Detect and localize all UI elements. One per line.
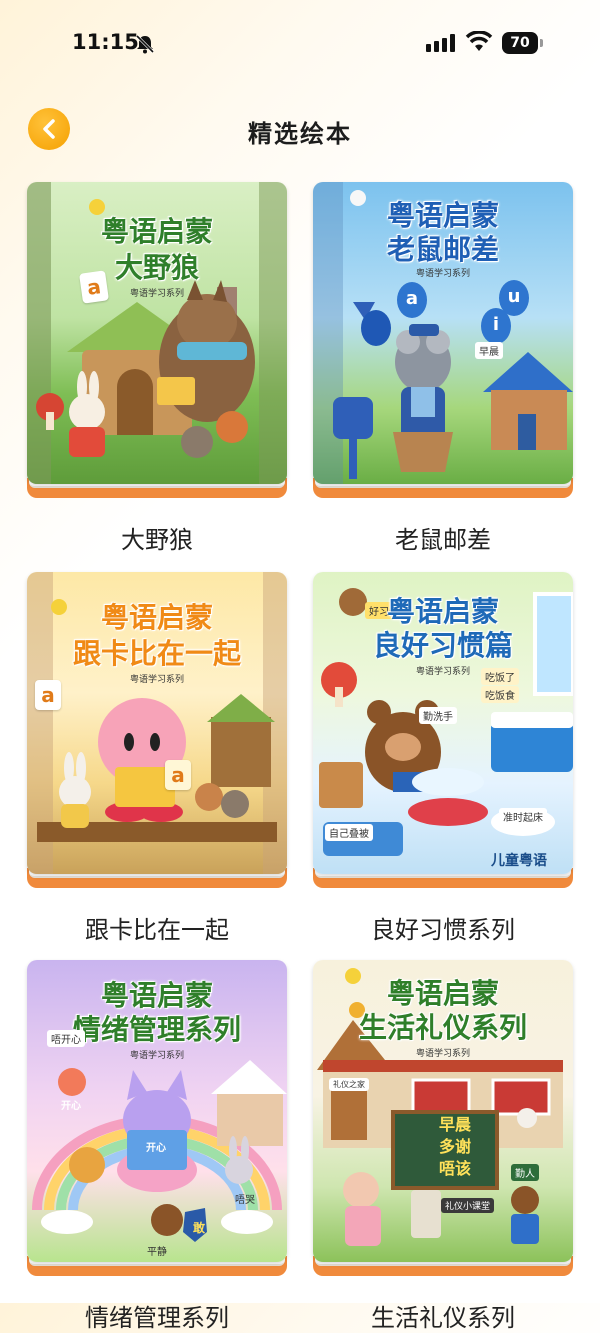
emotion-label: 平静 — [147, 1247, 167, 1258]
book-cover: 粤语启蒙 情绪管理系列 粤语学习系列 开心 唔开心 唔哭 平静 开心 敢 — [27, 960, 287, 1262]
book-cover: 好习惯 粤语启蒙 良好习惯篇 粤语学习系列 勤洗手 自己叠被 准时起床 吃饭了 … — [313, 572, 573, 874]
habit-label: 吃饭了 — [481, 668, 519, 685]
letter-card: a — [79, 270, 109, 304]
balloon-icon — [361, 310, 391, 346]
balloon-letter: a — [397, 282, 427, 318]
board-line: 唔该 — [439, 1159, 472, 1178]
cover-title-line2: 生活礼仪系列 — [358, 1011, 527, 1044]
book-cover: 粤语启蒙 大野狼 粤语学习系列 a — [27, 182, 287, 484]
book-card-kirby[interactable]: 粤语启蒙 跟卡比在一起 粤语学习系列 a a 跟卡比在一起 — [27, 572, 287, 944]
series-tag: 粤语学习系列 — [129, 1051, 184, 1061]
page-title: 精选绘本 — [248, 120, 352, 148]
book-caption: 跟卡比在一起 — [85, 916, 229, 944]
book-cover: 粤语启蒙 跟卡比在一起 粤语学习系列 a a — [27, 572, 287, 874]
cover-title-line1: 粤语启蒙 — [386, 595, 499, 628]
brand-label: 儿童粤语 — [491, 853, 547, 869]
book-caption: 生活礼仪系列 — [371, 1304, 515, 1332]
cover-title-line1: 粤语启蒙 — [386, 977, 499, 1010]
book-letter: a — [165, 760, 191, 790]
battery-level: 70 — [502, 32, 538, 54]
emotion-label: 开心 — [61, 1101, 81, 1112]
book-cover: 粤语启蒙 老鼠邮差 粤语学习系列 a u i 早晨 — [313, 182, 573, 484]
cover-title-line1: 粤语启蒙 — [100, 215, 213, 248]
mail-label: 早晨 — [475, 342, 503, 359]
series-tag: 粤语学习系列 — [415, 1049, 470, 1059]
wifi-icon — [465, 31, 493, 51]
class-label: 礼仪小课堂 — [441, 1198, 495, 1213]
series-tag: 粤语学习系列 — [129, 289, 184, 299]
cover-title-line2: 良好习惯篇 — [372, 629, 513, 662]
cover-title-line2: 跟卡比在一起 — [72, 637, 241, 670]
silent-bell-icon — [135, 34, 155, 54]
series-tag: 粤语学习系列 — [129, 675, 184, 685]
book-cover: 粤语启蒙 生活礼仪系列 粤语学习系列 礼仪之家 早晨 多谢 唔该 礼仪小课堂 勤… — [313, 960, 573, 1262]
habit-label: 吃饭食 — [481, 686, 519, 703]
book-card-mouse-postman[interactable]: 粤语启蒙 老鼠邮差 粤语学习系列 a u i 早晨 老鼠邮差 — [313, 182, 573, 554]
status-time: 11:15 — [72, 30, 139, 54]
cover-title-line1: 粤语启蒙 — [100, 979, 213, 1012]
cellular-signal-icon — [426, 34, 455, 52]
habit-label: 勤洗手 — [419, 707, 457, 724]
cover-title-line1: 粤语启蒙 — [100, 601, 213, 634]
board-line: 早晨 — [439, 1115, 472, 1134]
shield-label: 敢 — [193, 1221, 206, 1235]
letter-card: a — [35, 680, 61, 710]
emotion-label: 唔开心 — [47, 1030, 85, 1047]
board-line: 多谢 — [439, 1137, 472, 1156]
etiquette-board: 早晨 多谢 唔该 — [391, 1110, 499, 1190]
house-label: 礼仪之家 — [329, 1078, 369, 1091]
cover-title-line2: 大野狼 — [114, 251, 199, 284]
book-card-emotion[interactable]: 粤语启蒙 情绪管理系列 粤语学习系列 开心 唔开心 唔哭 平静 开心 敢 情绪管… — [27, 960, 287, 1332]
emotion-label: 唔哭 — [235, 1195, 255, 1206]
book-card-big-bad-wolf[interactable]: 粤语启蒙 大野狼 粤语学习系列 a 大野狼 — [27, 182, 287, 554]
habit-label: 自己叠被 — [325, 824, 373, 841]
book-card-good-habits[interactable]: 好习惯 粤语启蒙 良好习惯篇 粤语学习系列 勤洗手 自己叠被 准时起床 吃饭了 … — [313, 572, 573, 944]
book-caption: 良好习惯系列 — [371, 916, 515, 944]
cover-title-line1: 粤语启蒙 — [386, 199, 499, 232]
book-caption: 情绪管理系列 — [85, 1304, 229, 1332]
series-tag: 粤语学习系列 — [415, 667, 470, 677]
book-caption: 老鼠邮差 — [395, 526, 491, 554]
series-tag: 粤语学习系列 — [415, 269, 470, 279]
habit-label: 准时起床 — [499, 808, 547, 825]
book-caption: 大野狼 — [121, 526, 193, 554]
tag-label: 勤人 — [511, 1164, 539, 1181]
status-bar: 11:15 70 — [0, 0, 600, 90]
balloon-letter: i — [481, 308, 511, 344]
book-card-etiquette[interactable]: 粤语启蒙 生活礼仪系列 粤语学习系列 礼仪之家 早晨 多谢 唔该 礼仪小课堂 勤… — [313, 960, 573, 1332]
book-label: 开心 — [146, 1143, 166, 1154]
battery-icon: 70 — [502, 32, 544, 54]
nav-header: 精选绘本 — [0, 100, 600, 160]
cover-title-line2: 老鼠邮差 — [386, 233, 499, 266]
